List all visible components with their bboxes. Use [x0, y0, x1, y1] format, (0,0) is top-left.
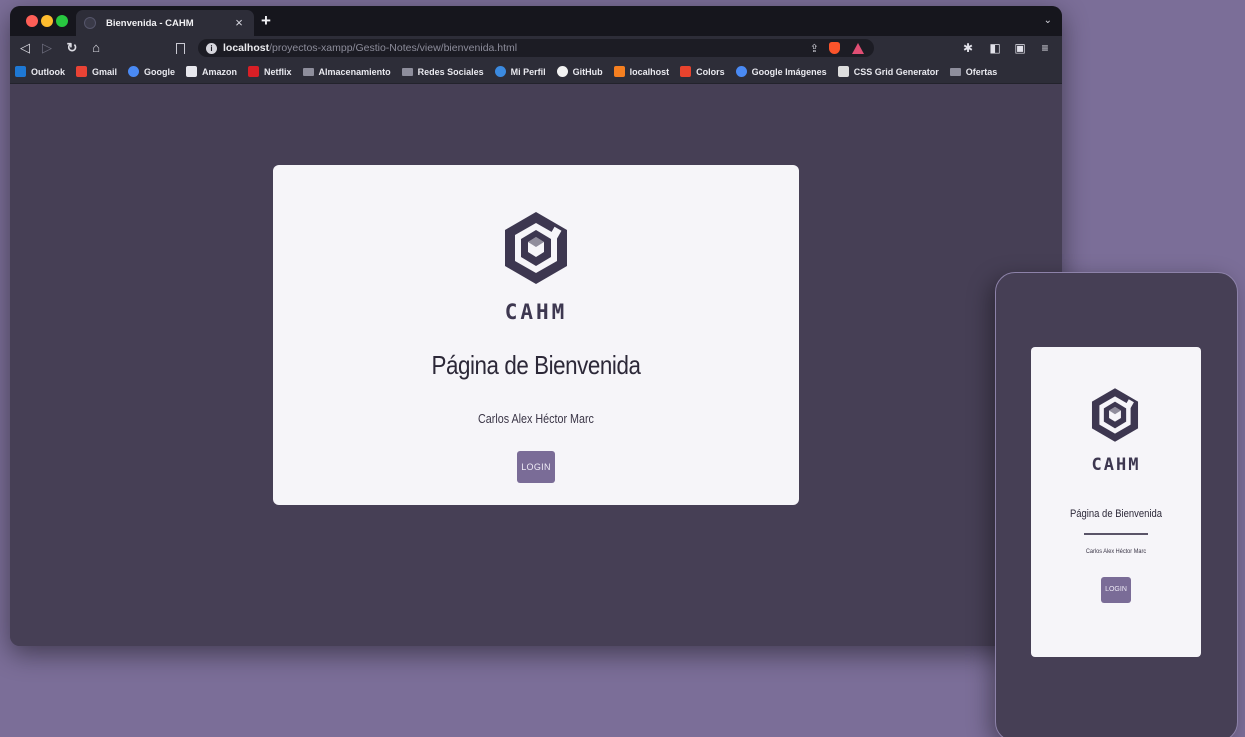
- tab-favicon-icon: [84, 17, 96, 29]
- google-icon: [128, 66, 140, 77]
- page-viewport: CAHM Página de Bienvenida Carlos Alex Hé…: [10, 85, 1062, 646]
- mobile-authors-text: Carlos Alex Héctor Marc: [1085, 548, 1147, 555]
- bookmark-item[interactable]: localhost: [613, 66, 670, 77]
- bookmark-label: localhost: [629, 66, 670, 77]
- bookmark-label: Redes Sociales: [417, 66, 484, 77]
- mobile-welcome-card: CAHM Página de Bienvenida Carlos Alex Hé…: [1031, 347, 1201, 657]
- login-button[interactable]: LOGIN: [517, 451, 555, 483]
- tab-title: Bienvenida - CAHM: [106, 17, 194, 29]
- tab-close-icon[interactable]: ×: [232, 16, 246, 30]
- google-icon: [735, 66, 747, 77]
- bookmark-label: GitHub: [572, 66, 603, 77]
- home-icon[interactable]: ⌂: [88, 40, 104, 56]
- phone-mockup: CAHM Página de Bienvenida Carlos Alex Hé…: [995, 272, 1238, 737]
- mobile-cahm-logo-icon: [1091, 388, 1139, 442]
- bookmark-label: Amazon: [202, 66, 238, 77]
- bookmark-label: Ofertas: [965, 66, 998, 77]
- xampp-icon: [613, 66, 625, 77]
- folder-icon: [401, 67, 413, 76]
- bookmark-item[interactable]: Gmail: [76, 66, 117, 77]
- page-title: Página de Bienvenida: [431, 350, 641, 380]
- bookmark-label: Netflix: [264, 66, 292, 77]
- colors-icon: [680, 66, 692, 77]
- bookmark-label: Mi Perfil: [510, 66, 546, 77]
- bookmark-item[interactable]: Redes Sociales: [401, 66, 484, 77]
- tab-bienvenida[interactable]: Bienvenida - CAHM ×: [76, 10, 254, 36]
- share-icon[interactable]: ⇪: [810, 42, 819, 55]
- back-icon[interactable]: ◁: [17, 40, 33, 56]
- bookmark-item[interactable]: Outlook: [15, 66, 65, 77]
- reload-icon[interactable]: ↻: [64, 40, 80, 56]
- brave-shields-icon[interactable]: [829, 42, 840, 54]
- menu-icon[interactable]: ≡: [1037, 40, 1053, 56]
- url-host: localhost: [223, 42, 270, 54]
- browser-window: Bienvenida - CAHM × + ⌄ ◁ ▷ ↻ ⌂ i localh…: [10, 6, 1062, 646]
- extensions-icon[interactable]: ✱: [960, 40, 976, 56]
- authors-text: Carlos Alex Héctor Marc: [478, 412, 594, 426]
- bookmark-item[interactable]: Almacenamiento: [302, 66, 391, 77]
- bookmark-item[interactable]: CSS Grid Generator: [837, 66, 939, 77]
- bookmark-label: Google: [144, 66, 176, 77]
- bookmark-item[interactable]: Colors: [680, 66, 725, 77]
- brave-rewards-icon[interactable]: [852, 42, 864, 54]
- folder-icon: [302, 67, 314, 76]
- bookmark-label: Colors: [696, 66, 725, 77]
- bookmark-page-icon[interactable]: [176, 43, 185, 54]
- bookmark-item[interactable]: Amazon: [186, 66, 237, 77]
- tab-list-chevron-icon[interactable]: ⌄: [1044, 15, 1052, 26]
- bookmark-label: Google Imágenes: [751, 66, 827, 77]
- bookmark-item[interactable]: GitHub: [556, 66, 603, 77]
- maximize-window-button[interactable]: [56, 15, 68, 27]
- github-icon: [556, 66, 568, 77]
- bookmark-item[interactable]: Google: [128, 66, 175, 77]
- bookmark-item[interactable]: Netflix: [248, 66, 292, 77]
- new-tab-button[interactable]: +: [261, 12, 271, 29]
- bookmark-label: CSS Grid Generator: [853, 66, 939, 77]
- forward-icon[interactable]: ▷: [39, 40, 55, 56]
- bookmarks-bar: Outlook Gmail Google Amazon Netflix Almacenam…: [10, 60, 1062, 84]
- browser-toolbar: ◁ ▷ ↻ ⌂ i localhost/proyectos-xampp/Gest…: [10, 36, 1062, 60]
- mobile-page-title: Página de Bienvenida: [1069, 508, 1163, 520]
- cahm-logo-icon: [505, 212, 567, 284]
- url-path: /proyectos-xampp/Gestio-Notes/view/bienv…: [269, 42, 518, 54]
- mobile-divider: [1084, 533, 1148, 535]
- bookmark-label: Outlook: [31, 66, 65, 77]
- grid-icon: [837, 66, 849, 77]
- bookmark-item[interactable]: Google Imágenes: [735, 66, 827, 77]
- gmail-icon: [76, 66, 87, 77]
- minimize-window-button[interactable]: [41, 15, 53, 27]
- netflix-icon: [248, 66, 260, 77]
- brand-name: CAHM: [504, 300, 568, 324]
- site-info-icon[interactable]: i: [206, 42, 217, 54]
- mobile-brand-name: CAHM: [1091, 455, 1141, 475]
- mobile-login-button[interactable]: LOGIN: [1101, 577, 1131, 603]
- bookmark-label: Gmail: [92, 66, 118, 77]
- folder-icon: [949, 67, 961, 76]
- address-bar[interactable]: i localhost/proyectos-xampp/Gestio-Notes…: [198, 39, 874, 57]
- welcome-card: CAHM Página de Bienvenida Carlos Alex Hé…: [273, 165, 799, 505]
- bookmark-item[interactable]: Mi Perfil: [494, 66, 546, 77]
- bookmark-item[interactable]: Ofertas: [949, 66, 998, 77]
- outlook-icon: [15, 66, 26, 77]
- sidebar-icon[interactable]: ◧: [987, 40, 1003, 56]
- url-text[interactable]: localhost/proyectos-xampp/Gestio-Notes/v…: [223, 42, 804, 54]
- wallet-icon[interactable]: ▣: [1012, 40, 1028, 56]
- amazon-icon: [186, 66, 198, 77]
- profile-icon: [494, 66, 506, 77]
- tab-bar: Bienvenida - CAHM × + ⌄: [10, 6, 1062, 36]
- bookmark-label: Almacenamiento: [318, 66, 391, 77]
- close-window-button[interactable]: [26, 15, 38, 27]
